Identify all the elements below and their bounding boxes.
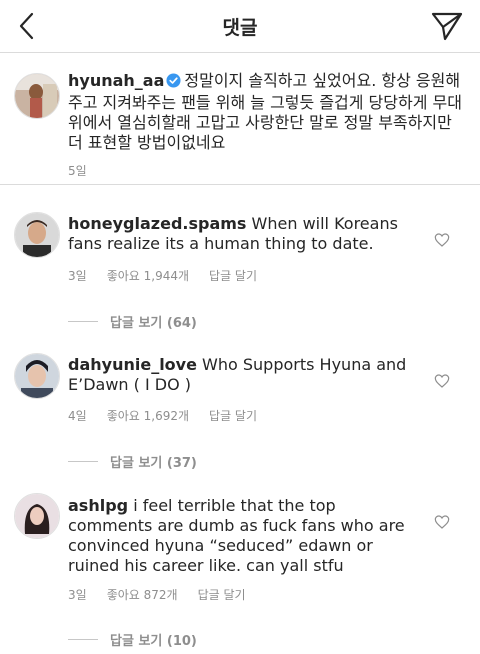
comment-username[interactable]: ashlpg: [68, 496, 128, 515]
avatar-image: [15, 494, 59, 538]
divider-line: [68, 461, 98, 462]
timestamp: 5일: [68, 164, 87, 178]
post-caption: hyunah_aa 정말이지 솔직하고 싶었어요. 항상 응원해주고 지켜봐주는 …: [0, 53, 480, 185]
heart-icon[interactable]: [434, 232, 450, 248]
avatar[interactable]: [14, 73, 60, 119]
comment-meta: 3일 좋아요 872개 답글 달기: [68, 586, 246, 603]
view-replies-button[interactable]: 답글 보기 (37): [68, 452, 197, 471]
avatar[interactable]: [14, 353, 60, 399]
timestamp: 3일: [68, 269, 87, 283]
comment-meta: 3일 좋아요 1,944개 답글 달기: [68, 267, 257, 284]
heart-icon[interactable]: [434, 373, 450, 389]
avatar-image: [15, 74, 59, 118]
share-button[interactable]: [430, 10, 464, 42]
reply-button[interactable]: 답글 달기: [198, 586, 246, 603]
reply-button[interactable]: 답글 달기: [209, 267, 257, 284]
caption-text-block: hyunah_aa 정말이지 솔직하고 싶었어요. 항상 응원해주고 지켜봐주는 …: [68, 71, 468, 153]
comment-text-block: dahyunie_love Who Supports Hyuna and E’D…: [68, 355, 423, 395]
avatar-image: [15, 354, 59, 398]
timestamp: 3일: [68, 588, 87, 602]
avatar[interactable]: [14, 493, 60, 539]
avatar[interactable]: [14, 212, 60, 258]
like-count[interactable]: 좋아요 872개: [107, 586, 178, 603]
page-title: 댓글: [222, 17, 258, 39]
comment-meta: 4일 좋아요 1,692개 답글 달기: [68, 407, 257, 424]
caption-meta: 5일: [68, 162, 87, 179]
send-icon: [431, 12, 463, 41]
view-replies-label: 답글 보기 (10): [110, 634, 197, 649]
verified-badge-icon: [166, 73, 181, 93]
view-replies-button[interactable]: 답글 보기 (10): [68, 630, 197, 649]
caption-username[interactable]: hyunah_aa: [68, 71, 164, 90]
view-replies-label: 답글 보기 (64): [110, 316, 197, 331]
view-replies-label: 답글 보기 (37): [110, 456, 197, 471]
reply-button[interactable]: 답글 달기: [209, 407, 257, 424]
avatar-image: [15, 213, 59, 257]
divider-line: [68, 639, 98, 640]
comment-text-block: ashlpg i feel terrible that the top comm…: [68, 496, 423, 576]
view-replies-button[interactable]: 답글 보기 (64): [68, 312, 197, 331]
comment-username[interactable]: dahyunie_love: [68, 355, 197, 374]
like-count[interactable]: 좋아요 1,692개: [107, 407, 189, 424]
divider-line: [68, 321, 98, 322]
like-count[interactable]: 좋아요 1,944개: [107, 267, 189, 284]
comment-username[interactable]: honeyglazed.spams: [68, 214, 246, 233]
heart-icon[interactable]: [434, 514, 450, 530]
comment-text-block: honeyglazed.spams When will Koreans fans…: [68, 214, 423, 254]
header-bar: 댓글: [0, 0, 480, 53]
timestamp: 4일: [68, 409, 87, 423]
